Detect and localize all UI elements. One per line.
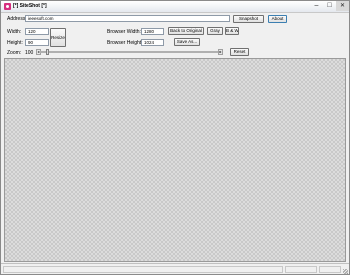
zoom-right-arrow-icon[interactable]: ▸ <box>218 49 223 55</box>
black-white-button[interactable]: B & W <box>225 27 239 35</box>
browser-width-input[interactable]: 1280 <box>141 28 164 35</box>
address-label: Address: <box>7 16 27 22</box>
siteshot-window: [*] SiteShot [*] – □ ✕ Address: ieeesoft… <box>0 0 350 275</box>
zoom-label: Zoom: <box>7 50 22 56</box>
app-icon <box>4 3 11 10</box>
browser-height-input[interactable]: 1024 <box>141 39 164 46</box>
close-button[interactable]: ✕ <box>336 1 349 11</box>
width-label: Width: <box>7 29 22 35</box>
snapshot-button[interactable]: Snapshot <box>233 15 264 23</box>
window-title: [*] SiteShot [*] <box>13 3 47 9</box>
title-bar[interactable]: [*] SiteShot [*] – □ ✕ <box>1 1 349 13</box>
gray-button[interactable]: Gray <box>207 27 223 35</box>
minimize-button[interactable]: – <box>310 1 323 11</box>
resize-button[interactable]: Resize <box>50 28 66 47</box>
height-input[interactable]: 90 <box>25 39 49 46</box>
zoom-track[interactable] <box>39 51 220 53</box>
browser-width-label: Browser Width: <box>107 29 141 35</box>
zoom-slider-thumb[interactable] <box>46 49 49 55</box>
browser-height-label: Browser Height: <box>107 40 143 46</box>
resize-grip-icon[interactable] <box>343 269 348 274</box>
zoom-value: 100 <box>25 50 34 56</box>
snapshot-canvas[interactable] <box>4 58 346 262</box>
back-to-original-button[interactable]: Back to Original <box>168 27 204 35</box>
status-panel-main <box>3 266 283 273</box>
status-bar <box>1 263 349 274</box>
width-input[interactable]: 120 <box>25 28 49 35</box>
status-panel-3 <box>319 266 341 273</box>
zoom-slider[interactable]: ◂ ▸ <box>36 49 223 55</box>
status-panel-2 <box>285 266 317 273</box>
reset-button[interactable]: Reset <box>230 48 249 56</box>
save-as-button[interactable]: Save As... <box>174 38 200 46</box>
height-label: Height: <box>7 40 23 46</box>
maximize-button[interactable]: □ <box>323 1 336 11</box>
address-input[interactable]: ieeesoft.com <box>25 15 230 22</box>
about-button[interactable]: About <box>268 15 287 23</box>
